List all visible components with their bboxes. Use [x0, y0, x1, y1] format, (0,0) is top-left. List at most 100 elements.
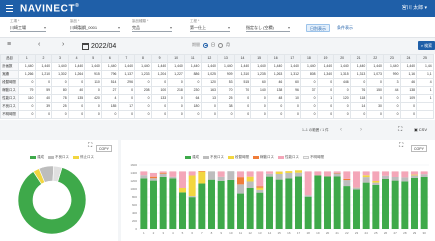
user-menu[interactable]: 宮川 太郎 ▾ — [402, 4, 427, 11]
bar-segment — [159, 171, 167, 173]
condition-view-button[interactable]: 条件表示 — [334, 24, 356, 32]
table-cell: 120 — [333, 94, 351, 103]
table-cell: 46 — [399, 78, 418, 87]
header-day: 24 — [399, 54, 418, 63]
row-label: 稼動ロス — [0, 86, 19, 95]
bar-segment — [382, 171, 389, 176]
filter-extra[interactable]: 指定なし (空欄) — [246, 19, 290, 32]
table-cell: 60 — [250, 78, 268, 87]
bar-segment — [169, 171, 177, 177]
filter-process[interactable]: 工程 * 第一仕上 — [190, 19, 230, 32]
search-button[interactable]: ⌕ 検索 — [418, 41, 435, 50]
bar-copy-button[interactable]: COPY — [411, 145, 427, 152]
bar-segment — [362, 182, 370, 229]
table-cell: 0 — [134, 94, 152, 103]
csv-download-button[interactable]: ▣ CSV — [414, 127, 427, 132]
bar-segment — [333, 176, 341, 229]
bar-segment — [333, 171, 341, 173]
bar-segment — [237, 184, 244, 194]
table-cell: 1,025 — [200, 70, 219, 79]
y-tick-label: 1600 — [130, 163, 137, 167]
list-icon[interactable]: ≡ — [7, 41, 11, 49]
table-cell: 0 — [134, 110, 152, 119]
month-picker[interactable]: 2022/04 — [82, 41, 142, 51]
x-tick-label: 9 — [220, 231, 222, 235]
period-nav: ≡ ‹ › 2022/04 期間 日 月 ⌕ 検索 — [0, 38, 435, 54]
table-cell: 0 — [300, 78, 318, 87]
header-day: 3 — [51, 54, 69, 63]
bar-chart: 020040060080010001200140016001 2 3 4 5 6 7 8 9 10… — [130, 163, 429, 235]
bar-expand-icon[interactable]: ⛶ — [399, 143, 403, 150]
filter-product-type[interactable]: 製品種類 * 完品 — [132, 19, 172, 32]
header-day: 1 — [18, 54, 36, 63]
next-month-icon[interactable]: › — [62, 41, 64, 49]
x-tick-label: 23 — [355, 231, 359, 235]
table-cell: 80 — [51, 86, 69, 95]
table-cell: 1,310 — [233, 70, 252, 79]
table-cell: 70 — [233, 86, 252, 95]
prev-page-icon[interactable]: ‹ — [340, 127, 342, 133]
bar-segment — [411, 174, 418, 176]
header-day: 5 — [84, 54, 102, 63]
table-cell: 0 — [266, 110, 285, 119]
table-cell: 0 — [200, 102, 219, 111]
table-cell: 120 — [200, 78, 219, 87]
filter-product[interactable]: 製品 * 川崎製鋼_0001 — [70, 19, 120, 32]
table-cell: 1,440 — [100, 62, 119, 71]
table-cell: 0 — [300, 110, 318, 119]
expand-icon[interactable]: ⛶ — [398, 127, 402, 134]
bar-segment — [266, 171, 273, 174]
table-cell: 27 — [100, 86, 119, 95]
table-cell: 0 — [100, 110, 119, 119]
header-item: 品目 — [0, 54, 19, 63]
table-cell: 0 — [300, 102, 318, 111]
table-cell: 0 — [283, 102, 302, 111]
table-cell: 1,440 — [217, 62, 235, 71]
x-tick-label: 19 — [316, 231, 320, 235]
y-tick-label: 1200 — [130, 179, 137, 183]
table-cell: 0 — [167, 78, 185, 87]
table-cell: 1,210 — [34, 70, 53, 79]
table-cell: 96 — [283, 86, 302, 95]
table-cell: 1,263 — [266, 70, 285, 79]
table-cell: 1,440 — [266, 62, 285, 71]
radio-month[interactable] — [218, 42, 223, 48]
table-cell: 0 — [117, 86, 136, 95]
table-pager: 1–1 の範囲 / 1 件 ‹ › ⛶ ▣ CSV — [302, 127, 428, 134]
y-tick-label: 800 — [132, 195, 137, 199]
bar-segment — [188, 175, 196, 197]
table-cell: 1,235 — [250, 70, 268, 79]
table-cell: 79 — [18, 86, 36, 95]
header-day: 21 — [349, 54, 368, 63]
table-cell: 0 — [250, 110, 268, 119]
table-cell: 0 — [366, 110, 385, 119]
filter-factory[interactable]: 工場 * 川崎工場 — [10, 19, 46, 32]
bar-segment — [246, 171, 254, 177]
bar-segment — [208, 179, 215, 229]
table-cell: 886 — [183, 70, 202, 79]
next-page-icon[interactable]: › — [360, 127, 362, 133]
bar-segment — [275, 174, 283, 180]
bar-segment — [372, 182, 380, 185]
x-tick-label: 21 — [335, 231, 339, 235]
table-cell: 110 — [84, 78, 102, 87]
bar-segment — [420, 171, 428, 175]
daily-view-button[interactable]: 日別表示 — [306, 24, 330, 32]
pie-expand-icon[interactable]: ⛶ — [88, 143, 92, 150]
bar-segment — [188, 171, 196, 176]
table-cell: 64 — [183, 94, 202, 103]
bar-segment — [324, 171, 331, 177]
table-cell: 100 — [150, 86, 169, 95]
prev-month-icon[interactable]: ‹ — [38, 41, 40, 49]
x-tick-label: 26 — [384, 231, 388, 235]
menu-icon[interactable] — [2, 0, 16, 17]
table-cell: 0 — [233, 102, 252, 111]
header-day: 11 — [183, 54, 202, 63]
radio-day[interactable] — [203, 42, 208, 48]
table-cell: 14 — [349, 102, 368, 111]
pie-copy-button[interactable]: COPY — [96, 145, 112, 152]
x-tick-label: 16 — [287, 231, 291, 235]
table-header-row: 品目 1 2 3 4 5 6 7 8 9 10 11 12 13 14 15 16 17 18 19 20 21 22 23 2… — [0, 54, 434, 63]
header-day: 25 — [416, 54, 434, 63]
table-cell: 0 — [167, 110, 185, 119]
